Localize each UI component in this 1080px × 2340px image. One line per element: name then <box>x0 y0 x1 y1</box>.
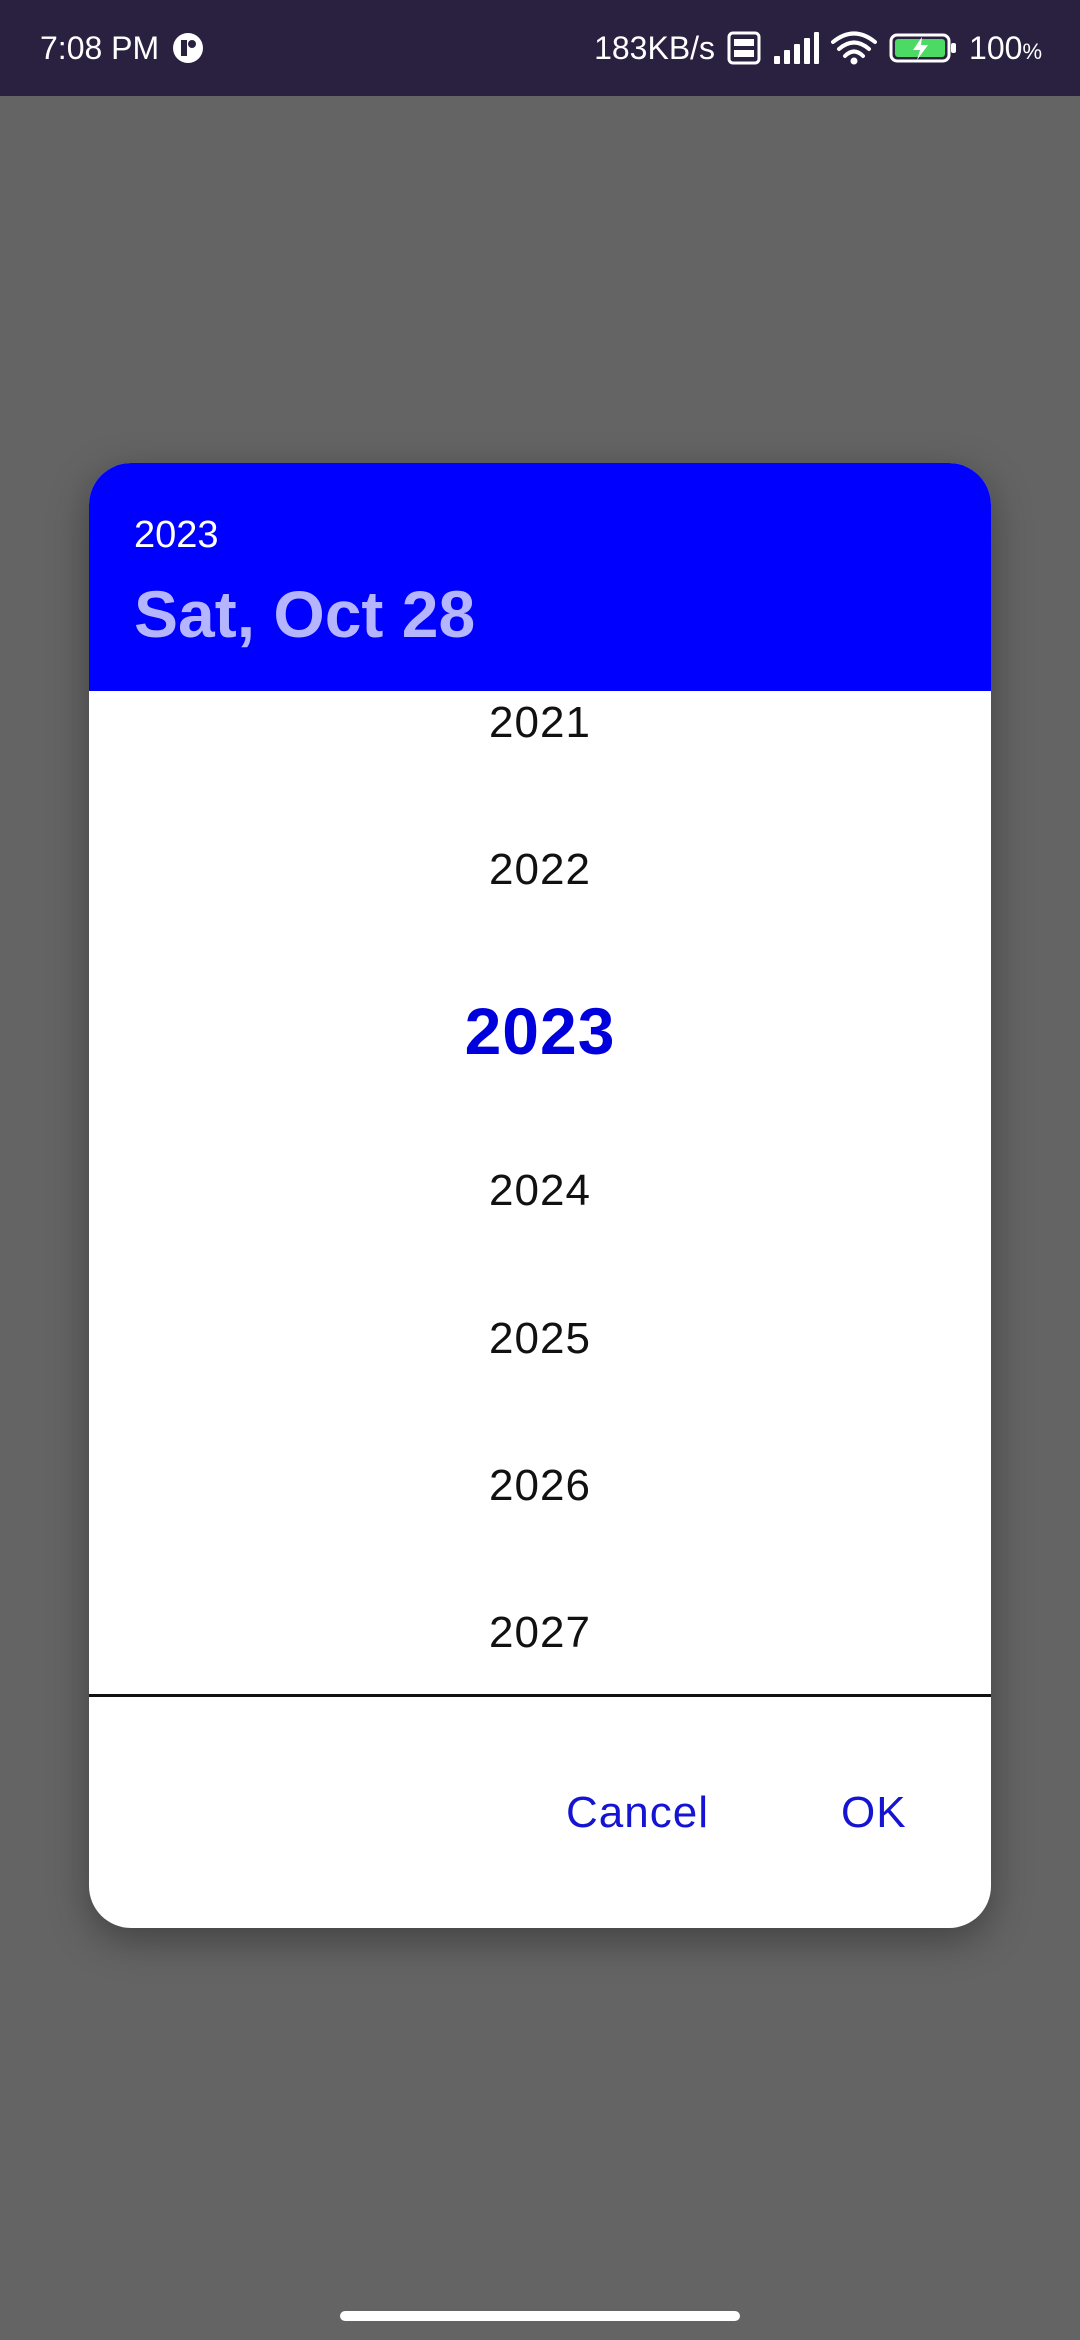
year-item[interactable]: 2025 <box>89 1289 991 1389</box>
home-indicator[interactable] <box>340 2311 740 2321</box>
network-speed: 183KB/s <box>594 29 716 66</box>
year-item-selected[interactable]: 2023 <box>89 981 991 1081</box>
volte-icon <box>727 31 761 65</box>
year-item[interactable]: 2022 <box>89 820 991 920</box>
year-item[interactable]: 2027 <box>89 1583 991 1683</box>
year-item[interactable]: 2021 <box>89 691 991 773</box>
app-notification-icon <box>171 31 205 65</box>
status-left: 7:08 PM <box>40 30 205 67</box>
ok-button[interactable]: OK <box>821 1773 927 1853</box>
signal-icon <box>773 32 820 64</box>
clock: 7:08 PM <box>40 29 160 66</box>
battery-unit: % <box>1022 38 1042 64</box>
dialog-header: 2023 Sat, Oct 28 <box>89 463 991 691</box>
year-list[interactable]: 2021 2022 2023 2024 2025 2026 2027 <box>89 691 991 1694</box>
wifi-icon <box>831 31 878 65</box>
status-bar: 7:08 PM 183KB/s 100% <box>0 0 1080 96</box>
year-item[interactable]: 2024 <box>89 1141 991 1241</box>
header-date[interactable]: Sat, Oct 28 <box>134 575 991 653</box>
year-item[interactable]: 2026 <box>89 1436 991 1536</box>
battery-percent: 100% <box>969 29 1042 66</box>
battery-charging-icon <box>889 32 957 64</box>
dialog-actions: Cancel OK <box>89 1697 991 1928</box>
cancel-button[interactable]: Cancel <box>546 1773 729 1853</box>
header-year[interactable]: 2023 <box>134 513 991 557</box>
status-right: 183KB/s 100% <box>594 30 1042 67</box>
date-picker-dialog: 2023 Sat, Oct 28 2021 2022 2023 2024 2025 202… <box>89 463 991 1928</box>
